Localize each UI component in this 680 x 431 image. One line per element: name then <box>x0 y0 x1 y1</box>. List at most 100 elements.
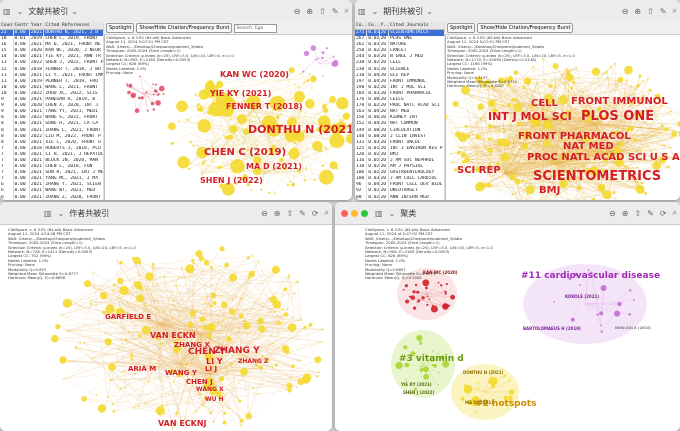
node-label[interactable]: YIE KY (2021) <box>210 89 271 98</box>
network-node[interactable] <box>296 386 299 388</box>
network-node[interactable] <box>288 147 300 159</box>
network-node[interactable] <box>423 366 429 372</box>
network-node[interactable] <box>156 94 159 96</box>
zoom-in-icon[interactable]: ⊕ <box>306 7 313 16</box>
network-node[interactable] <box>222 420 227 425</box>
network-node[interactable] <box>467 156 470 159</box>
network-node[interactable] <box>89 302 93 306</box>
node-label[interactable]: VAN ECKNJ <box>158 419 207 428</box>
network-node[interactable] <box>99 288 102 290</box>
network-node[interactable] <box>119 285 129 296</box>
network-node[interactable] <box>271 366 274 369</box>
node-label[interactable]: BMJ <box>539 185 560 196</box>
network-node[interactable] <box>509 379 511 382</box>
network-node[interactable] <box>308 322 313 327</box>
network-node[interactable] <box>514 178 521 185</box>
network-node[interactable] <box>199 153 202 155</box>
network-node[interactable] <box>312 140 323 152</box>
network-node[interactable] <box>274 363 278 367</box>
network-node[interactable] <box>130 92 137 98</box>
network-node[interactable] <box>450 161 453 164</box>
network-node[interactable] <box>316 375 319 378</box>
network-node[interactable] <box>416 334 423 342</box>
network-node[interactable] <box>286 308 289 310</box>
network-node[interactable] <box>614 310 621 317</box>
network-node[interactable] <box>127 90 131 95</box>
network-node[interactable] <box>321 56 324 60</box>
column-header[interactable]: Ce.. <box>367 22 380 29</box>
network-node[interactable] <box>130 357 134 362</box>
network-node[interactable] <box>295 116 298 119</box>
network-node[interactable] <box>431 363 435 367</box>
network-node[interactable] <box>487 99 496 108</box>
network-node[interactable] <box>228 407 230 410</box>
network-node[interactable] <box>303 179 306 182</box>
close-button[interactable] <box>341 209 348 217</box>
network-node[interactable] <box>212 99 214 102</box>
network-node[interactable] <box>177 156 190 169</box>
node-label[interactable]: CHEN J <box>186 378 213 386</box>
network-node[interactable] <box>275 115 280 119</box>
network-node[interactable] <box>224 394 227 397</box>
node-label[interactable]: BARTOLOMAEUS H (2019) <box>523 326 581 331</box>
node-label[interactable]: MA D (2021) <box>246 162 302 171</box>
network-node[interactable] <box>606 76 609 79</box>
network-node[interactable] <box>209 304 213 308</box>
network-node[interactable] <box>274 310 277 313</box>
network-node[interactable] <box>475 152 478 155</box>
network-node[interactable] <box>212 340 214 342</box>
cited-references-table[interactable]: Count Centr. Year Cited References 23 0.0… <box>0 22 105 200</box>
network-node[interactable] <box>228 308 236 315</box>
network-node[interactable] <box>664 127 669 132</box>
sidebar-icon[interactable]: ▥ <box>44 209 52 218</box>
network-node[interactable] <box>144 304 146 306</box>
network-node[interactable] <box>660 124 664 128</box>
network-node[interactable] <box>288 67 295 74</box>
chevron-down-icon[interactable]: ⌄ <box>389 209 396 218</box>
network-node[interactable] <box>477 103 484 110</box>
network-node[interactable] <box>79 341 82 344</box>
node-label[interactable]: CELL <box>531 98 558 109</box>
network-node[interactable] <box>283 312 289 317</box>
network-node[interactable] <box>576 185 582 191</box>
network-node[interactable] <box>297 86 300 88</box>
network-node[interactable] <box>124 338 127 342</box>
network-node[interactable] <box>201 161 205 165</box>
spotlight-button[interactable]: Spotlight <box>447 23 476 33</box>
node-label[interactable]: DONTHU N (2021) <box>248 123 352 136</box>
chevron-down-icon[interactable]: ⌄ <box>71 7 78 16</box>
network-node[interactable] <box>321 164 324 167</box>
network-node[interactable] <box>479 117 482 120</box>
node-label[interactable]: FENNER T (2018) <box>226 102 303 111</box>
network-node[interactable] <box>463 384 473 394</box>
network-node[interactable] <box>117 348 119 351</box>
zoom-out-icon[interactable]: ⊖ <box>609 209 616 218</box>
node-label[interactable]: SHEN J (2022) <box>403 390 434 395</box>
network-node[interactable] <box>202 324 207 329</box>
network-node[interactable] <box>322 328 325 331</box>
network-node[interactable] <box>147 110 149 112</box>
zoom-out-icon[interactable]: ⊖ <box>294 7 301 16</box>
network-node[interactable] <box>464 124 468 128</box>
network-node[interactable] <box>410 295 415 300</box>
network-node[interactable] <box>496 103 498 105</box>
column-header[interactable]: Year <box>30 22 45 29</box>
network-node[interactable] <box>81 396 88 402</box>
network-node[interactable] <box>633 299 635 301</box>
network-node[interactable] <box>404 284 408 288</box>
network-node[interactable] <box>609 65 612 68</box>
network-node[interactable] <box>138 96 141 100</box>
network-node[interactable] <box>196 105 198 107</box>
node-label[interactable]: LI J <box>205 365 217 373</box>
pencil-icon[interactable]: ✎ <box>299 209 306 218</box>
network-node[interactable] <box>104 338 112 346</box>
network-node[interactable] <box>144 402 147 405</box>
node-label[interactable]: SHEN J (2022) <box>200 176 263 185</box>
network-node[interactable] <box>112 410 115 413</box>
network-node[interactable] <box>488 137 492 141</box>
network-node[interactable] <box>210 292 217 299</box>
network-node[interactable] <box>494 382 496 385</box>
network-node[interactable] <box>405 299 410 304</box>
column-header[interactable]: Y.. <box>380 22 389 29</box>
network-node[interactable] <box>608 195 611 197</box>
